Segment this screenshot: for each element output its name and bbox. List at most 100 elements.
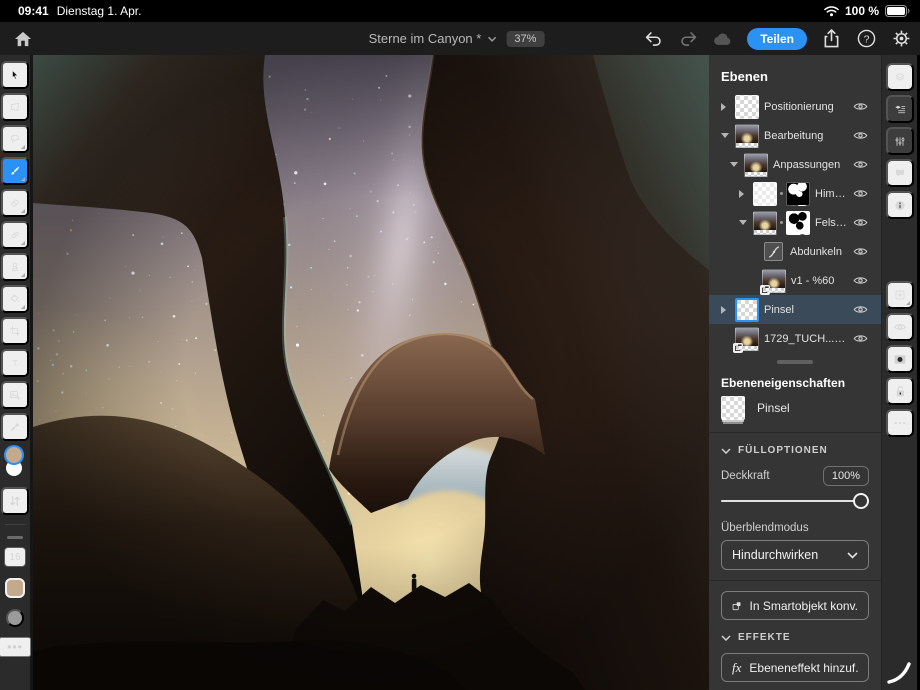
visibility-icon[interactable] [885, 313, 914, 341]
lock-icon[interactable] [885, 377, 914, 405]
layer-visibility-eye-icon[interactable] [852, 217, 869, 228]
help-icon[interactable]: ? [855, 28, 877, 50]
layer-row[interactable]: 1729_TUCH...final-NR33 [721, 324, 869, 353]
layer-name: Himmel [815, 187, 847, 200]
layer-row[interactable]: Positionierung [721, 92, 869, 121]
chevron-down-icon [721, 634, 731, 641]
effects-header[interactable]: EFFEKTE [721, 632, 869, 643]
layers-panel-title: Ebenen [721, 69, 768, 84]
layer-visibility-eye-icon[interactable] [852, 188, 869, 199]
brush-size-field[interactable]: 16 [4, 547, 26, 567]
layer-visibility-eye-icon[interactable] [852, 333, 869, 344]
cloud-sync-icon [712, 28, 734, 50]
more-icon[interactable] [885, 409, 914, 437]
tool-options-drag-handle[interactable] [7, 536, 23, 539]
layer-row[interactable]: Pinsel [709, 295, 881, 324]
move-tool-icon[interactable] [1, 61, 29, 89]
layer-visibility-eye-icon[interactable] [852, 130, 869, 141]
color-wells[interactable] [3, 447, 27, 483]
transform-tool-icon[interactable] [1, 93, 29, 121]
layer-thumbnail [735, 297, 759, 322]
layer-row[interactable]: Anpassungen [721, 150, 869, 179]
panel-split-drag-handle[interactable] [777, 360, 813, 364]
more-tool-options-icon[interactable]: ••• [0, 637, 31, 657]
clone-stamp-tool-icon[interactable] [1, 253, 29, 281]
layer-visibility-eye-icon[interactable] [852, 275, 869, 286]
layer-visibility-eye-icon[interactable] [852, 246, 869, 257]
layers-compact-icon[interactable] [885, 63, 914, 91]
convert-to-smart-object-button[interactable]: In Smartobjekt konv. [721, 591, 869, 620]
wifi-icon [824, 5, 839, 17]
foreground-color-swatch[interactable] [6, 447, 22, 463]
layer-row[interactable]: Abdunkeln [721, 237, 869, 266]
layer-row[interactable]: Felsen [721, 208, 869, 237]
right-task-rail [881, 55, 917, 690]
redo-icon[interactable] [677, 28, 699, 50]
export-icon[interactable] [820, 28, 842, 50]
brush-color-swatch[interactable] [5, 578, 25, 598]
fill-tool-icon[interactable] [1, 285, 29, 313]
fx-icon: fx [732, 659, 742, 675]
layer-thumbnail [735, 94, 759, 119]
layer-visibility-eye-icon[interactable] [852, 101, 869, 112]
document-canvas[interactable] [33, 55, 709, 690]
brush-tool-icon[interactable] [1, 157, 29, 185]
opacity-slider-knob[interactable] [853, 493, 869, 509]
blend-mode-select[interactable]: Hindurchwirken [721, 540, 869, 570]
layer-expander-icon[interactable] [721, 133, 730, 138]
opacity-value-field[interactable]: 100% [822, 466, 869, 486]
add-layer-icon[interactable] [885, 281, 914, 309]
layer-thumbnail [744, 152, 768, 177]
layer-properties-icon[interactable] [885, 127, 914, 155]
svg-text:T: T [12, 358, 17, 368]
eyedropper-tool-icon[interactable] [1, 413, 29, 441]
layer-visibility-eye-icon[interactable] [852, 304, 869, 315]
layer-thumbnail [735, 123, 759, 148]
layer-row[interactable]: Himmel [721, 179, 869, 208]
crop-tool-icon[interactable] [1, 317, 29, 345]
fill-options-header[interactable]: FÜLLOPTIONEN [721, 445, 869, 456]
eraser-tool-icon[interactable] [1, 189, 29, 217]
chevron-down-icon [721, 447, 731, 454]
date: Dienstag 1. Apr. [56, 4, 142, 18]
brush-opacity-control[interactable] [6, 609, 24, 627]
properties-layer-row: Pinsel [721, 396, 869, 420]
share-button[interactable]: Teilen [747, 27, 807, 50]
lasso-tool-icon[interactable] [1, 125, 29, 153]
layer-expander-icon[interactable] [721, 305, 730, 314]
mask-icon[interactable] [885, 345, 914, 373]
place-image-tool-icon[interactable] [1, 381, 29, 409]
corner-gesture-indicator [885, 658, 913, 686]
undo-icon[interactable] [642, 28, 664, 50]
info-icon[interactable] [885, 191, 914, 219]
comments-icon[interactable] [885, 159, 914, 187]
healing-tool-icon[interactable] [1, 221, 29, 249]
layers-detail-icon[interactable] [885, 95, 914, 123]
chevron-down-icon [847, 551, 858, 559]
properties-layer-thumbnail [721, 396, 745, 420]
layer-expander-icon[interactable] [739, 220, 748, 225]
layer-row[interactable]: Bearbeitung [721, 121, 869, 150]
type-tool-icon[interactable]: T [1, 349, 29, 377]
layer-mask-thumbnail [786, 181, 810, 206]
layers-panel: Ebenen Positionierung Bearbeitung Anpassun… [709, 55, 881, 690]
layer-thumbnail [753, 181, 777, 206]
add-layer-effect-button[interactable]: fx Ebeneneffekt hinzuf. [721, 653, 869, 682]
layer-row[interactable]: v1 - %60 [721, 266, 869, 295]
layer-visibility-eye-icon[interactable] [852, 159, 869, 170]
layer-expander-icon[interactable] [739, 189, 748, 198]
layer-expander-icon[interactable] [721, 102, 730, 111]
document-title[interactable]: Sterne im Canyon * [369, 31, 497, 46]
opacity-slider[interactable] [721, 490, 869, 512]
settings-gear-icon[interactable] [890, 28, 912, 50]
layer-thumbnail [753, 210, 777, 235]
layer-expander-icon[interactable] [730, 162, 739, 167]
photoshop-ipad-screen: 09:41 Dienstag 1. Apr. 100 % Sterne im C… [0, 0, 920, 690]
layer-mask-thumbnail [786, 210, 810, 235]
layer-name: v1 - %60 [791, 274, 835, 287]
home-icon[interactable] [10, 26, 36, 52]
layer-thumbnail [760, 268, 786, 295]
properties-layer-name: Pinsel [757, 401, 790, 415]
swap-colors-icon[interactable] [1, 487, 29, 515]
zoom-level-badge[interactable]: 37% [506, 30, 545, 47]
